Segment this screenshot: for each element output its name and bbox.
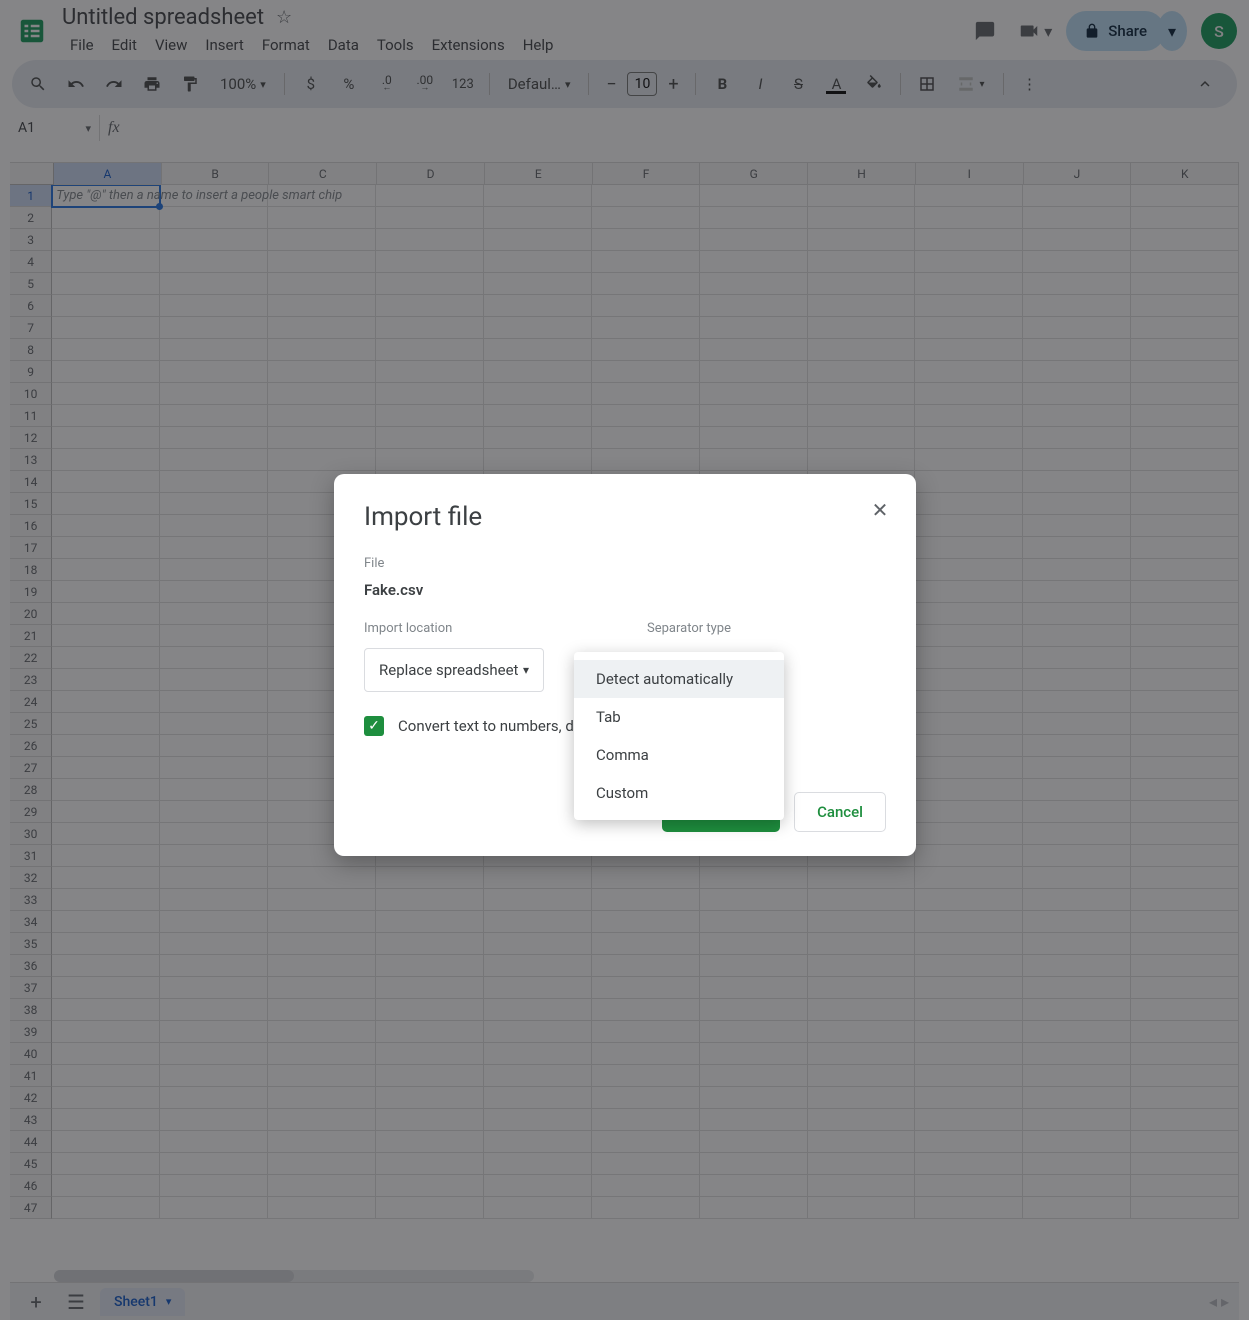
import-location-select[interactable]: Replace spreadsheet ▾: [364, 648, 544, 692]
convert-checkbox[interactable]: ✓: [364, 716, 384, 736]
cancel-button[interactable]: Cancel: [794, 792, 886, 832]
separator-type-menu: Detect automaticallyTabCommaCustom: [574, 652, 784, 820]
chevron-down-icon: ▾: [523, 663, 529, 677]
separator-option[interactable]: Detect automatically: [574, 660, 784, 698]
file-label: File: [364, 556, 886, 571]
separator-option[interactable]: Custom: [574, 774, 784, 812]
convert-label: Convert text to numbers, d: [398, 717, 574, 735]
file-name: Fake.csv: [364, 581, 886, 599]
separator-type-label: Separator type: [647, 621, 886, 636]
separator-option[interactable]: Comma: [574, 736, 784, 774]
close-icon[interactable]: ✕: [864, 494, 896, 526]
dialog-title: Import file: [364, 502, 886, 532]
import-location-label: Import location: [364, 621, 603, 636]
separator-option[interactable]: Tab: [574, 698, 784, 736]
